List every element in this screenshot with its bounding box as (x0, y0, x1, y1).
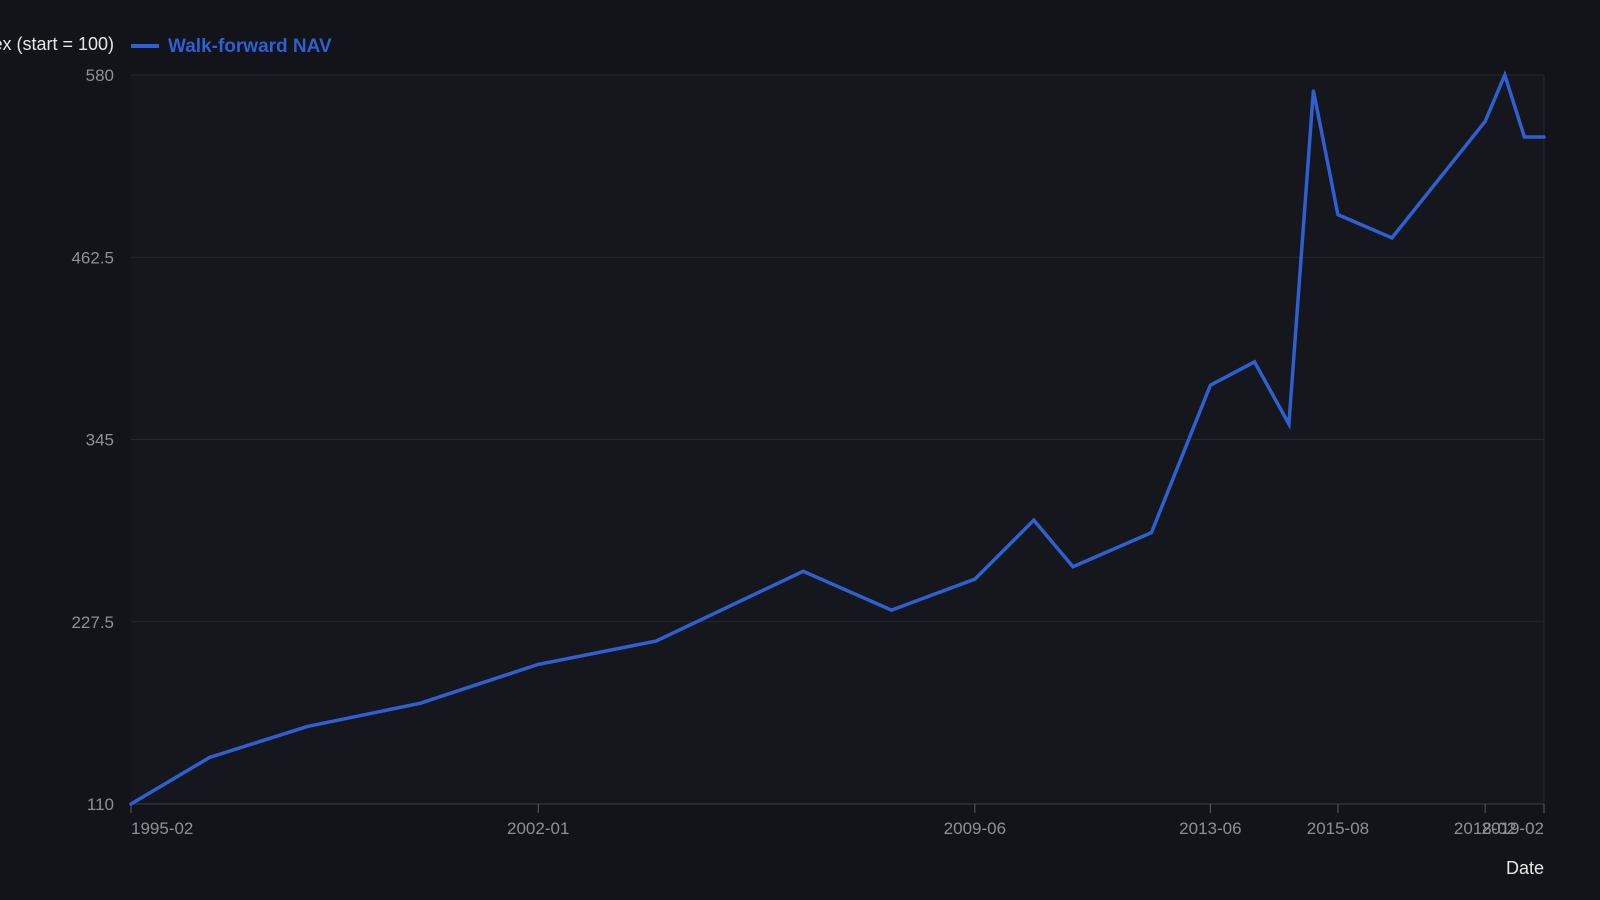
data-point (208, 756, 211, 759)
y-tick-label: 345 (86, 431, 114, 450)
y-tick-label: 462.5 (71, 248, 114, 267)
x-tick-label: 2002-01 (507, 819, 569, 838)
y-tick-label: 580 (86, 66, 114, 85)
data-point (129, 802, 133, 806)
data-point (306, 725, 309, 728)
data-point (1336, 213, 1340, 216)
data-point (1542, 135, 1546, 139)
x-tick-label: 2013-06 (1179, 819, 1241, 838)
x-tick-label: 2019-02 (1482, 819, 1544, 838)
data-point (801, 570, 805, 573)
x-tick-label: 1995-02 (131, 819, 193, 838)
data-point (1071, 565, 1075, 568)
data-point (1287, 422, 1291, 426)
data-point (973, 577, 977, 581)
legend-label: Walk-forward NAV (168, 36, 332, 57)
data-point (890, 608, 893, 612)
y-axis-ticks: 110 227.5 345 462.5 580 (71, 66, 114, 814)
y-tick-label: 227.5 (71, 613, 114, 632)
data-point (1312, 89, 1315, 92)
data-point (1032, 518, 1035, 522)
data-point (1503, 73, 1506, 77)
x-tick-label: 2015-08 (1307, 819, 1369, 838)
data-point (1209, 384, 1212, 387)
data-point (1523, 135, 1526, 139)
data-point (1150, 531, 1153, 534)
data-point (1483, 120, 1487, 123)
legend[interactable]: Walk-forward NAV (131, 36, 332, 57)
x-axis-ticks: 1995-02 2002-01 2009-06 2013-06 2015-08 2018-… (130, 803, 1545, 838)
line-chart: 110 227.5 345 462.5 580 1995-02 2002-01 2009-0… (0, 34, 1546, 878)
chart: 110 227.5 345 462.5 580 1995-02 2002-01 2009-0… (0, 0, 1600, 900)
data-point (419, 701, 422, 705)
data-point (1390, 236, 1394, 240)
data-point (1253, 360, 1256, 364)
y-axis-label: Index (start = 100) (0, 34, 114, 54)
x-tick-label: 2009-06 (944, 819, 1006, 838)
y-tick-label: 110 (87, 795, 114, 814)
x-axis-label: Date (1506, 858, 1544, 878)
data-point (654, 639, 658, 643)
data-point (537, 663, 540, 666)
